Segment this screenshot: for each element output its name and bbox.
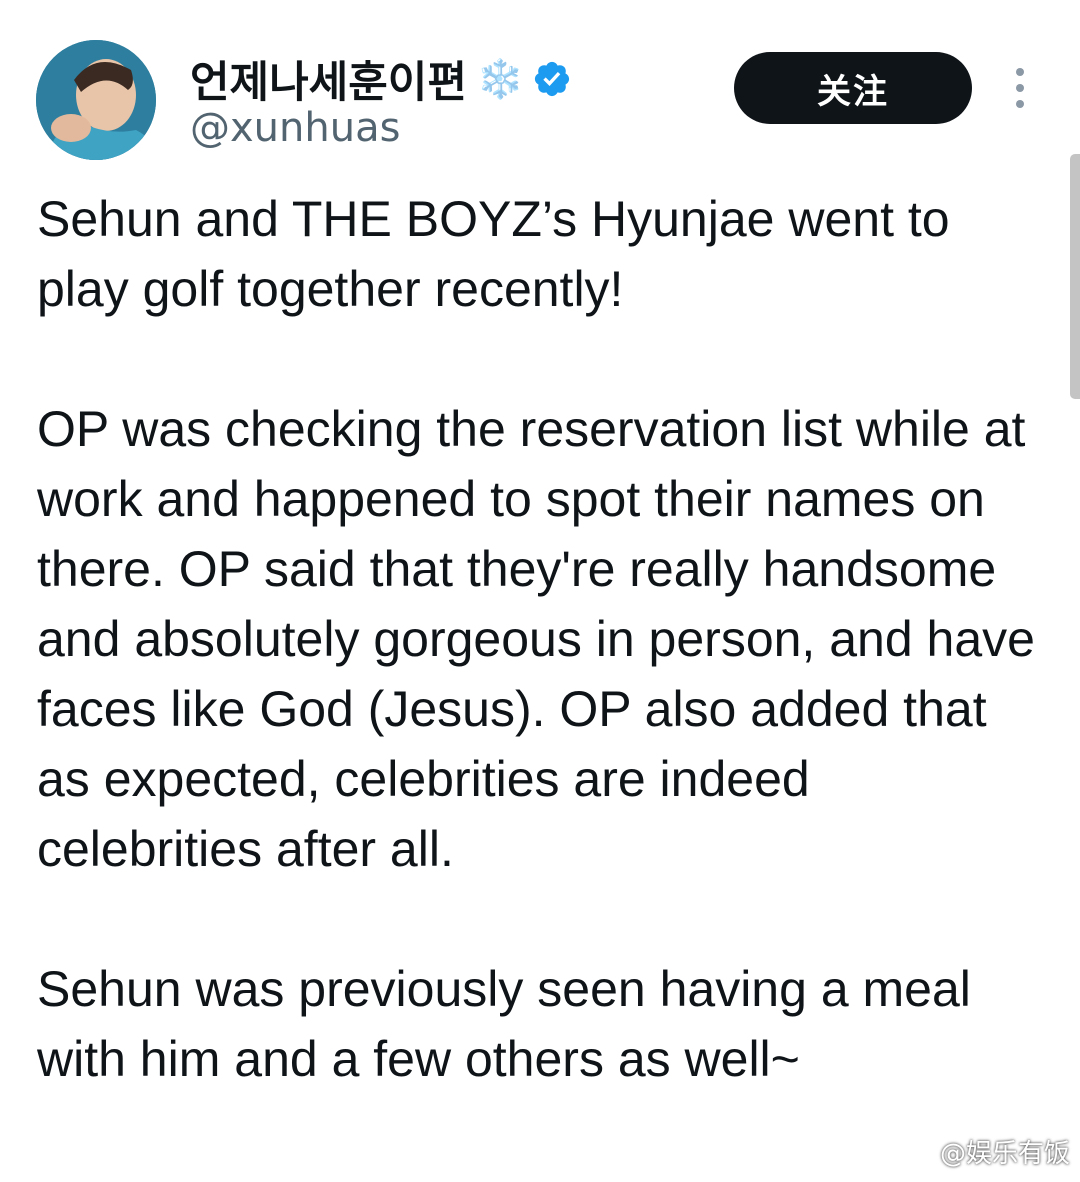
- user-handle[interactable]: @xunhuas: [190, 105, 400, 151]
- tweet-paragraph: Sehun and THE BOYZ’s Hyunjae went to pla…: [37, 191, 950, 317]
- weibo-icon: [905, 1141, 934, 1164]
- avatar[interactable]: [36, 40, 156, 160]
- display-name-row[interactable]: 언제나세훈이편 ❄️: [190, 48, 572, 110]
- tweet-header: 언제나세훈이편 ❄️ @xunhuas 关注: [0, 0, 1080, 170]
- follow-button[interactable]: 关注: [734, 52, 972, 124]
- watermark-text: @娱乐有饭: [939, 1139, 1070, 1169]
- more-vertical-icon[interactable]: [1004, 68, 1036, 110]
- verified-badge-icon: [535, 61, 570, 97]
- watermark: @娱乐有饭: [905, 1133, 1070, 1170]
- tweet-paragraph: Sehun was previously seen having a meal …: [37, 961, 971, 1087]
- display-name[interactable]: 언제나세훈이편: [190, 48, 467, 110]
- snowflake-emoji: ❄️: [476, 56, 525, 101]
- tweet-paragraph: OP was checking the reservation list whi…: [37, 401, 1035, 877]
- tweet-body: Sehun and THE BOYZ’s Hyunjae went to pla…: [37, 184, 1047, 1094]
- scrollbar[interactable]: [1070, 154, 1080, 399]
